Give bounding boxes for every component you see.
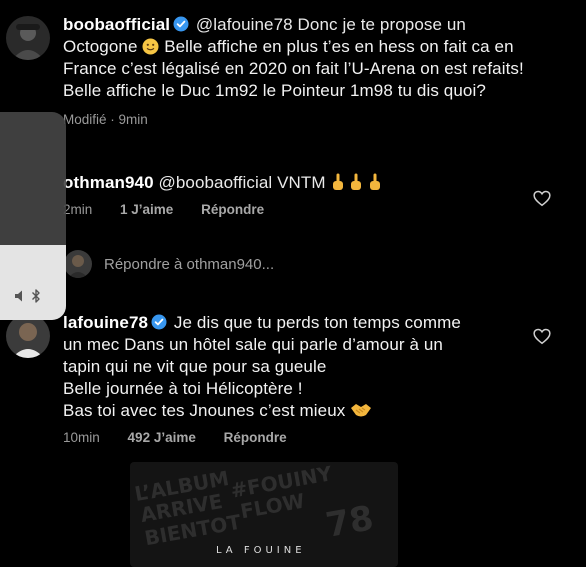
- handshake-emoji: [350, 402, 372, 420]
- username-lafouine78[interactable]: lafouine78: [63, 313, 148, 332]
- username-othman940[interactable]: othman940: [63, 173, 154, 192]
- comments-screen: boobaofficial @lafouine78 Donc je te pro…: [0, 0, 586, 567]
- comment-text-line-2: Octogone: [63, 37, 138, 56]
- heart-outline-icon: [533, 190, 551, 207]
- comment-text-line-4: France c’est légalisé en 2020 on fait l’…: [63, 59, 524, 78]
- comment-meta-othman940: 2min 1 J’aime Répondre: [63, 202, 288, 217]
- volume-slider[interactable]: [0, 112, 66, 320]
- comment-text-line-3: tapin qui ne vit que pour sa gueule: [63, 357, 327, 376]
- middle-finger-emoji: [331, 173, 345, 192]
- comment-meta-lafouine78: 10min 492 J’aime Répondre: [63, 430, 311, 445]
- comment-boobaofficial: boobaofficial @lafouine78 Donc je te pro…: [63, 14, 543, 102]
- bluetooth-icon: [32, 289, 40, 303]
- comment-meta-boobaofficial: Modifié · 9min: [63, 112, 172, 127]
- like-button[interactable]: [533, 190, 551, 207]
- comment-time: 2min: [63, 202, 93, 217]
- comment-text-line-1: @lafouine78 Donc je te propose un: [195, 15, 466, 34]
- comment-lafouine78: lafouine78 Je dis que tu perds ton temps…: [63, 312, 533, 422]
- comment-time: Modifié · 9min: [63, 112, 148, 127]
- comment-othman940: othman940 @boobaofficial VNTM: [63, 172, 503, 194]
- comment-time: 10min: [63, 430, 100, 445]
- comment-text-line-3: Belle affiche en plus t’es en hess on fa…: [164, 37, 514, 56]
- reply-input[interactable]: Répondre à othman940...: [104, 256, 274, 273]
- album-brand: LA FOUINE: [216, 545, 306, 556]
- album-artwork-image: L’ALBUM ARRIVE BIENTOT #FOUINY FLOW 78 L…: [130, 462, 398, 567]
- heart-outline-icon: [533, 328, 551, 345]
- comment-text: @boobaofficial VNTM: [158, 173, 326, 192]
- avatar-lafouine78[interactable]: [6, 314, 50, 358]
- middle-finger-emoji: [349, 173, 363, 192]
- username-boobaofficial[interactable]: boobaofficial: [63, 15, 170, 34]
- verified-badge-icon: [173, 16, 189, 32]
- comment-text-line-5: Belle affiche le Duc 1m92 le Pointeur 1m…: [63, 81, 486, 100]
- volume-icons: [14, 288, 41, 304]
- like-count[interactable]: 492 J’aime: [128, 430, 196, 445]
- verified-badge-icon: [151, 314, 167, 330]
- middle-finger-emoji: [368, 173, 382, 192]
- reply-composer[interactable]: Répondre à othman940...: [64, 248, 274, 280]
- like-count[interactable]: 1 J’aime: [120, 202, 173, 217]
- reply-button[interactable]: Répondre: [201, 202, 264, 217]
- avatar-boobaofficial[interactable]: [6, 16, 50, 60]
- album-stamp-text: 78: [322, 498, 377, 546]
- slightly-smiling-face-emoji: [142, 38, 159, 56]
- comment-text-line-4: Belle journée à toi Hélicoptère !: [63, 379, 303, 398]
- like-button[interactable]: [533, 328, 551, 345]
- avatar-current-user: [64, 250, 92, 278]
- speaker-icon: [15, 290, 22, 302]
- volume-level-fill: [0, 245, 66, 320]
- comment-text-line-1: Je dis que tu perds ton temps comme: [173, 313, 461, 332]
- comment-text-line-5: Bas toi avec tes Jnounes c’est mieux: [63, 401, 346, 420]
- reply-button[interactable]: Répondre: [224, 430, 287, 445]
- comment-text-line-2: un mec Dans un hôtel sale qui parle d’am…: [63, 335, 443, 354]
